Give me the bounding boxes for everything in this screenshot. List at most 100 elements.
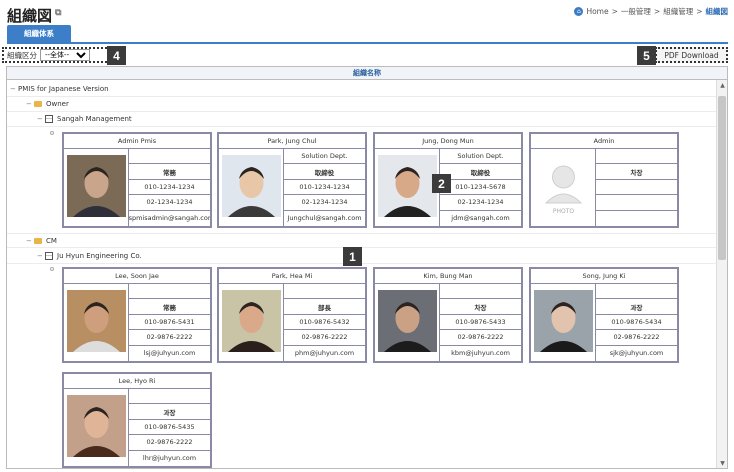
folder-icon: [34, 101, 42, 107]
callout-badge-1: 1: [343, 247, 362, 266]
breadcrumb-home[interactable]: Home: [586, 7, 608, 16]
popup-icon[interactable]: ⧉: [55, 8, 61, 18]
member-mobile: 010-9876-5431: [129, 315, 210, 331]
member-position: 과장: [129, 404, 210, 420]
tree-node-owner[interactable]: − Owner: [7, 97, 716, 112]
folder-icon: [34, 237, 42, 244]
member-name: Lee, Soon Jae: [64, 269, 210, 284]
member-info: 部長 010-9876-5432 02-9876-2222 phm@juhyun…: [283, 284, 365, 361]
member-photo: [67, 155, 126, 217]
member-card[interactable]: Lee, Hyo Ri 과장 010-9876-5435 02-9876-222…: [62, 372, 212, 468]
member-email[interactable]: Jungchul@sangah.com: [284, 211, 365, 226]
member-info: Solution Dept. 取締役 010-1234-1234 02-1234…: [283, 149, 365, 226]
member-tel: 02-1234-1234: [440, 195, 521, 211]
member-position: 常務: [129, 164, 210, 180]
breadcrumb-current: 組織図: [705, 7, 729, 16]
callout-badge-5: 5: [637, 46, 656, 65]
member-mobile: 010-9876-5434: [596, 315, 677, 331]
tree-leaf-icon: [50, 267, 54, 271]
member-card[interactable]: Admin Pmis 常務 010-1234-1234 02-1234-1234…: [62, 132, 212, 228]
member-dept: Solution Dept.: [284, 149, 365, 165]
member-photo: [378, 290, 437, 352]
member-mobile: 010-1234-1234: [284, 180, 365, 196]
member-tel: 02-1234-1234: [284, 195, 365, 211]
member-email[interactable]: lhr@juhyun.com: [129, 451, 210, 466]
member-card[interactable]: Song, Jung Ki 과장 010-9876-5434 02-9876-2…: [529, 267, 679, 363]
member-name: Admin Pmis: [64, 134, 210, 149]
member-photo: [222, 290, 281, 352]
member-tel: 02-9876-2222: [284, 330, 365, 346]
page-title-text: 組織図: [7, 7, 53, 25]
member-name: Kim, Bung Man: [375, 269, 521, 284]
breadcrumb-sep: >: [653, 7, 661, 16]
member-dept: Solution Dept.: [440, 149, 521, 165]
member-mobile: 010-9876-5435: [129, 420, 210, 436]
member-card[interactable]: Park, Hea Mi 部長 010-9876-5432 02-9876-22…: [217, 267, 367, 363]
member-tel: 02-9876-2222: [129, 330, 210, 346]
tree-node-label: CM: [46, 236, 57, 245]
member-card[interactable]: Admin PHOTO 차장: [529, 132, 679, 228]
member-photo: [378, 155, 437, 217]
member-name: Song, Jung Ki: [531, 269, 677, 284]
member-email[interactable]: [596, 211, 677, 226]
member-email[interactable]: lsj@juhyun.com: [129, 346, 210, 361]
scrollbar-thumb[interactable]: [718, 96, 726, 260]
member-name: Lee, Hyo Ri: [64, 374, 210, 389]
member-info: 차장 010-9876-5433 02-9876-2222 kbm@juhyun…: [439, 284, 521, 361]
collapse-icon[interactable]: −: [26, 100, 34, 108]
scroll-up-icon[interactable]: ▲: [717, 80, 727, 90]
breadcrumb-level2[interactable]: 組織管理: [663, 6, 693, 17]
page-title: 組織図 ⧉: [7, 5, 61, 26]
tree-node-label: Owner: [46, 100, 69, 108]
tree-node-cm[interactable]: − CM: [7, 233, 716, 248]
collapse-icon[interactable]: −: [26, 237, 34, 245]
member-card[interactable]: Kim, Bung Man 차장 010-9876-5433 02-9876-2…: [373, 267, 523, 363]
member-mobile: [596, 180, 677, 196]
breadcrumb: ⌂ Home > 一般管理 > 組織管理 > 組織図: [574, 6, 728, 17]
member-email[interactable]: kbm@juhyun.com: [440, 346, 521, 361]
member-card[interactable]: Lee, Soon Jae 常務 010-9876-5431 02-9876-2…: [62, 267, 212, 363]
member-info: 常務 010-1234-1234 02-1234-1234 kspmisadmi…: [128, 149, 210, 226]
home-icon[interactable]: ⌂: [574, 7, 584, 16]
member-tel: [596, 195, 677, 211]
collapse-icon[interactable]: −: [10, 85, 18, 93]
member-mobile: 010-1234-5678: [440, 180, 521, 196]
breadcrumb-sep: >: [696, 7, 703, 16]
vertical-scrollbar[interactable]: ▲ ▼: [716, 80, 727, 468]
member-photo: [534, 290, 593, 352]
tree-node-root[interactable]: − PMIS for Japanese Version: [7, 82, 716, 97]
member-position: 常務: [129, 299, 210, 315]
breadcrumb-sep: >: [611, 7, 618, 16]
collapse-icon[interactable]: −: [37, 252, 45, 260]
grid-header: 組織名称: [7, 67, 727, 80]
member-name: Park, Hea Mi: [219, 269, 365, 284]
member-name: Admin: [531, 134, 677, 149]
scroll-down-icon[interactable]: ▼: [717, 458, 727, 468]
member-email[interactable]: phm@juhyun.com: [284, 346, 365, 361]
member-dept: [129, 389, 210, 405]
building-icon: [45, 252, 53, 260]
member-email[interactable]: kspmisadmin@sangah.com: [129, 211, 210, 226]
member-dept: [284, 284, 365, 300]
collapse-icon[interactable]: −: [37, 115, 45, 123]
member-dept: [440, 284, 521, 300]
tree-node-label: Sangah Management: [57, 115, 132, 123]
tab-org-structure[interactable]: 組織体系: [7, 25, 71, 42]
member-info: Solution Dept. 取締役 010-1234-5678 02-1234…: [439, 149, 521, 226]
member-info: 常務 010-9876-5431 02-9876-2222 lsj@juhyun…: [128, 284, 210, 361]
org-filter-select[interactable]: --全体--: [40, 49, 90, 61]
member-email[interactable]: jdm@sangah.com: [440, 211, 521, 226]
tree-node-label: PMIS for Japanese Version: [18, 85, 109, 93]
member-name: Jung, Dong Mun: [375, 134, 521, 149]
tree-leaf-icon: [50, 131, 54, 135]
callout-badge-4: 4: [107, 46, 126, 65]
pdf-download-button[interactable]: PDF Download: [655, 47, 728, 63]
tree-node-org[interactable]: − Sangah Management: [7, 112, 716, 127]
breadcrumb-level1[interactable]: 一般管理: [621, 6, 651, 17]
member-card[interactable]: Park, Jung Chul Solution Dept. 取締役 010-1…: [217, 132, 367, 228]
member-tel: 02-1234-1234: [129, 195, 210, 211]
member-email[interactable]: sjk@juhyun.com: [596, 346, 677, 361]
tree-node-label: Ju Hyun Engineering Co.: [57, 252, 142, 260]
member-dept: [129, 284, 210, 300]
member-tel: 02-9876-2222: [129, 435, 210, 451]
